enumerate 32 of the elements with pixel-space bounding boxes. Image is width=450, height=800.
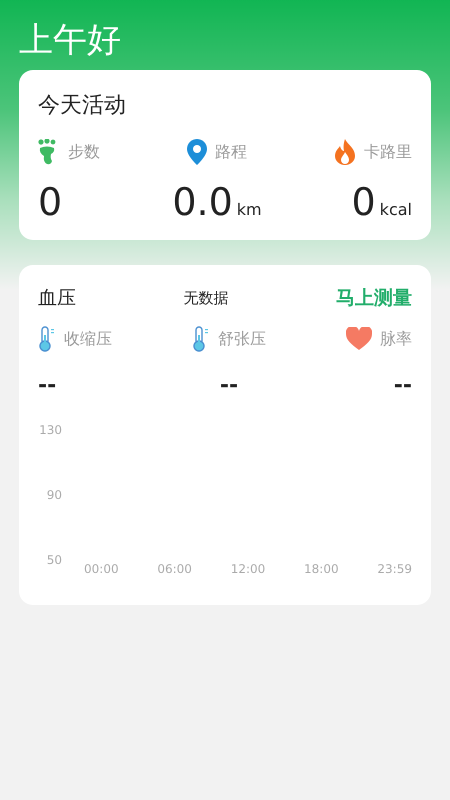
thermometer-icon: [192, 326, 210, 352]
metric-label: 脉率: [380, 328, 412, 350]
metric-value: --: [394, 373, 412, 398]
x-axis-label: 00:00: [84, 562, 119, 576]
y-axis-label: 50: [46, 552, 62, 568]
metric-value: --: [38, 373, 56, 398]
card-title: 血压: [38, 286, 76, 311]
x-axis-label: 12:00: [230, 562, 266, 576]
metric-label: 舒张压: [218, 328, 266, 350]
x-axis-label: 23:59: [377, 562, 412, 576]
heart-icon: [346, 327, 372, 351]
metric-label: 收缩压: [64, 328, 112, 350]
location-pin-icon: [186, 139, 207, 165]
stat-value: 0: [38, 180, 62, 224]
stat-label: 步数: [68, 142, 100, 162]
x-axis-label: 18:00: [304, 562, 339, 576]
thermometer-icon: [38, 326, 56, 352]
stat-value: 0: [351, 180, 376, 224]
status-text: 无数据: [184, 288, 228, 308]
x-axis-label: 06:00: [157, 562, 192, 576]
y-axis-label: 130: [39, 422, 62, 438]
stat-value: 0.0: [172, 180, 233, 224]
stat-unit: km: [236, 200, 262, 219]
measure-now-link[interactable]: 马上测量: [336, 285, 412, 311]
stat-label: 卡路里: [364, 142, 412, 162]
flame-icon: [334, 139, 356, 165]
card-title: 今天活动: [38, 92, 127, 120]
greeting-title: 上午好: [19, 19, 122, 62]
stat-unit: kcal: [380, 200, 412, 219]
y-axis-label: 90: [46, 487, 62, 503]
metric-value: --: [220, 373, 238, 398]
stat-label: 路程: [214, 142, 247, 162]
